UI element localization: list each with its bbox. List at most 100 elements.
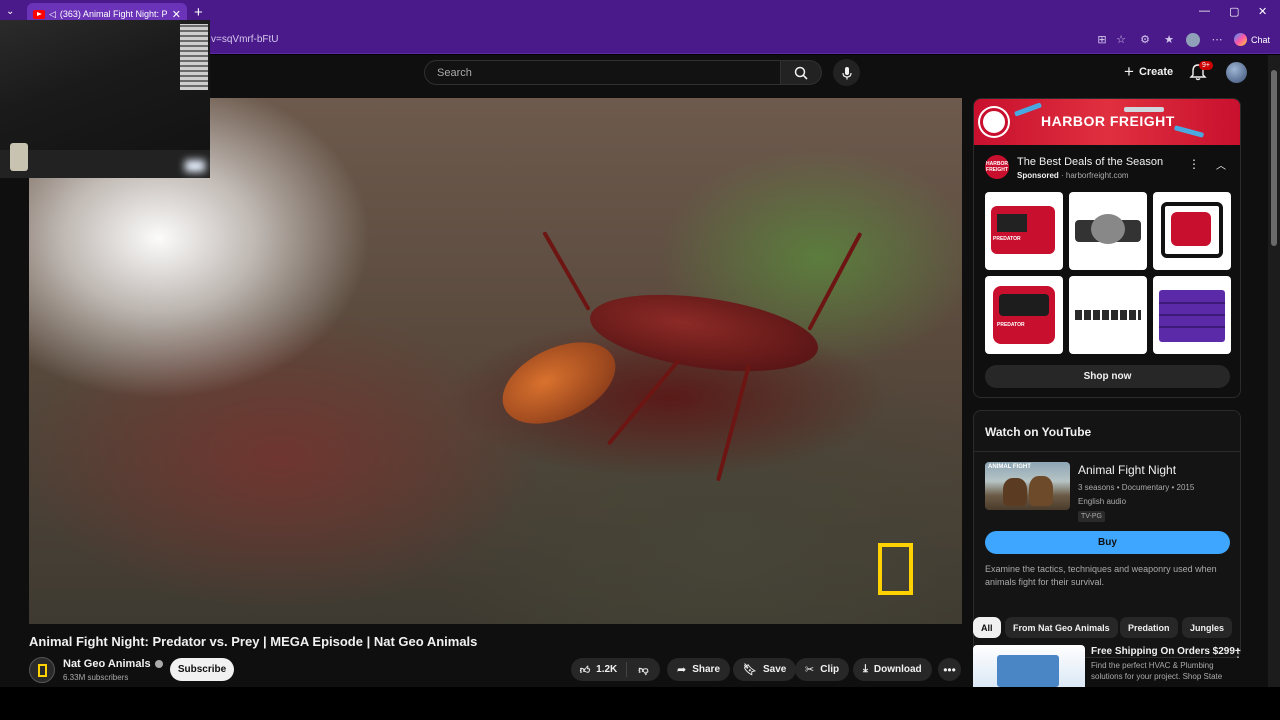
url-field[interactable]: v=sqVmrf-bFtU [211,34,279,45]
create-button[interactable]: + Create [1118,61,1179,83]
channel-name[interactable]: Nat Geo Animals [63,658,163,670]
thumbs-up-icon: 👍︎ [579,664,591,676]
save-label: Save [762,664,787,675]
account-avatar[interactable] [1226,62,1247,83]
show-thumbnail[interactable]: ANIMAL FIGHT [985,462,1070,510]
scrollbar-thumb[interactable] [1271,70,1277,246]
product-generator-red[interactable]: PREDATOR [985,192,1063,270]
favorites-icon[interactable]: ★ [1162,33,1176,47]
cup [10,143,28,171]
brand-logo-text: HARBOR FREIGHT [1041,113,1175,129]
show-title[interactable]: Animal Fight Night [1078,463,1176,477]
profile-avatar-icon[interactable] [1186,33,1200,47]
product-brand-label: PREDATOR [997,322,1025,328]
product-socket-set[interactable] [1069,276,1147,354]
buy-button[interactable]: Buy [985,531,1230,554]
search-button[interactable] [781,60,822,85]
product-tool-chest[interactable] [1153,276,1231,354]
app-available-icon[interactable]: ⊞ [1095,33,1109,47]
like-button[interactable]: 👍︎ 1.2K [571,662,627,677]
download-label: Download [873,664,922,675]
clip-button[interactable]: ✂ Clip [795,658,850,681]
voice-search-button[interactable] [833,59,860,86]
tab-title: (363) Animal Fight Night: Pre [59,9,168,19]
ad2-title[interactable]: Free Shipping On Orders $299+ [1091,646,1241,657]
ant-leg [606,358,681,446]
dislike-button[interactable]: 👎︎ [627,664,660,676]
copilot-icon [1234,33,1247,46]
youtube-favicon-icon [33,9,45,19]
like-dislike-group: 👍︎ 1.2K 👎︎ [571,658,660,681]
download-button[interactable]: ⤓ Download [853,658,932,681]
sponsored-label: Sponsored [1017,171,1059,180]
brand-badge-icon [980,108,1008,136]
ad2-menu-vertical-icon[interactable]: ⋮ [1232,646,1244,660]
ad-domain: harborfreight.com [1065,171,1129,180]
clip-label: Clip [820,664,840,675]
more-horizontal-icon: ••• [943,662,956,677]
divider [974,451,1240,452]
ant-head [489,325,629,441]
ad-banner[interactable]: HARBOR FREIGHT [974,99,1240,145]
chip-jungles[interactable]: Jungles [1182,617,1233,638]
close-window-button[interactable]: ✕ [1258,5,1267,18]
wrench-icon [1013,102,1043,117]
advertiser-avatar[interactable]: HARBOR FREIGHT [985,155,1009,179]
chat-label: Chat [1251,34,1271,45]
subscriber-count: 6.33M subscribers [63,673,129,682]
chip-from-channel[interactable]: From Nat Geo Animals [1005,617,1118,638]
light-glow [185,160,205,172]
tab-close-icon[interactable]: ✕ [172,8,181,21]
product-winch[interactable] [1069,192,1147,270]
natgeo-watermark [878,543,913,595]
search-icon [794,66,808,80]
minimize-button[interactable]: — [1199,5,1210,17]
save-button[interactable]: 🔖︎ Save [733,658,797,681]
ant-leg [807,231,863,331]
more-options-icon[interactable]: ⋯ [1210,33,1224,47]
ad-menu-vertical-icon[interactable]: ⋮ [1188,157,1200,171]
channel-avatar[interactable] [29,657,55,683]
product-brand-label: PREDATOR [993,236,1021,242]
webcam-overlay [0,20,210,178]
desk-surface [0,150,210,178]
plus-icon: + [1124,62,1134,81]
ad-title[interactable]: The Best Deals of the Season [1017,156,1163,168]
share-arrow-icon: ➦ [677,664,687,676]
show-meta: 3 seasons • Documentary • 2015 [1078,483,1195,492]
ant-leg [716,364,751,482]
restore-button[interactable]: ▢ [1229,5,1239,18]
natgeo-logo-icon [37,663,47,677]
ant-leg [542,231,591,311]
chip-predation[interactable]: Predation [1120,617,1178,638]
search-input[interactable]: Search [424,60,781,85]
screen-bottom-strip [0,687,1280,720]
chip-all[interactable]: All [973,617,1001,638]
thumbs-down-icon: 👎︎ [638,664,649,676]
share-button[interactable]: ➦ Share [667,658,731,681]
rating-badge: TV-PG [1078,511,1106,522]
product-inverter-generator[interactable]: PREDATOR [985,276,1063,354]
product-water-pump[interactable] [1153,192,1231,270]
new-tab-button[interactable]: + [194,4,203,21]
video-title: Animal Fight Night: Predator vs. Prey | … [29,634,478,649]
sponsored-ad-card: HARBOR FREIGHT HARBOR FREIGHT The Best D… [973,98,1241,398]
speaker-icon[interactable]: ◁ [49,9,56,20]
collapse-chevron-up-icon[interactable]: ︿ [1216,157,1226,172]
notification-badge: 9+ [1199,61,1213,70]
download-icon: ⤓ [863,663,868,675]
ad2-thumbnail[interactable] [973,645,1085,687]
subscribe-button[interactable]: Subscribe [170,658,234,681]
favorite-star-icon[interactable]: ☆ [1114,33,1128,47]
shop-now-button[interactable]: Shop now [985,365,1230,388]
copilot-chat-button[interactable]: Chat [1234,33,1270,46]
bookmark-icon: 🔖︎ [743,664,757,676]
more-actions-button[interactable]: ••• [938,658,961,681]
share-label: Share [692,664,721,675]
extensions-icon[interactable]: ⚙ [1138,33,1152,47]
show-audio: English audio [1078,497,1127,506]
drill-icon [1173,125,1205,138]
tab-actions-chevron-icon[interactable]: ⌄ [6,6,14,17]
search-placeholder: Search [437,66,472,79]
ad2-description: Find the perfect HVAC & Plumbing solutio… [1091,661,1223,681]
